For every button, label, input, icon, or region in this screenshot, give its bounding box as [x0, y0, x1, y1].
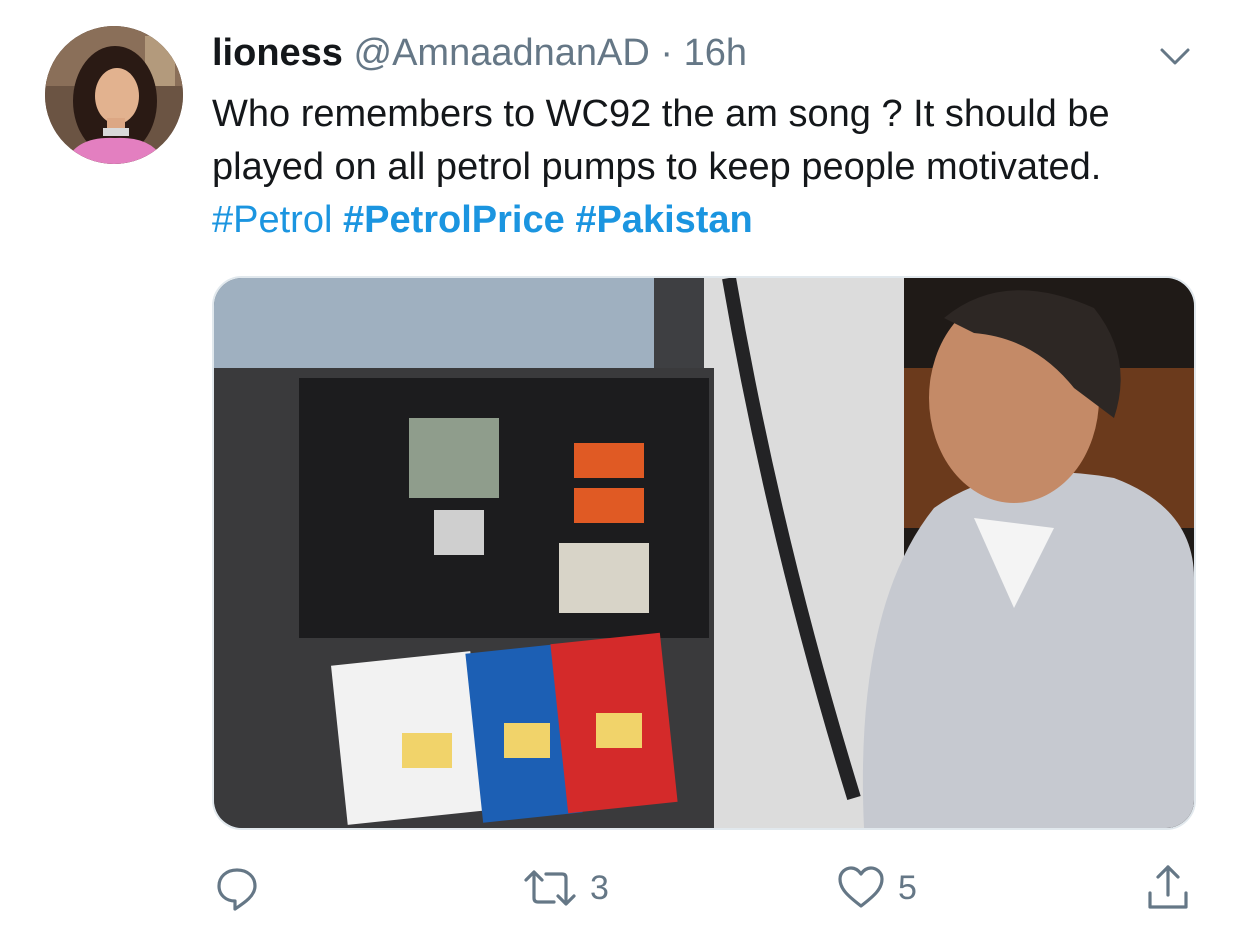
retweet-icon: [524, 870, 576, 906]
separator-dot: ·: [660, 32, 674, 74]
avatar-image: [45, 26, 183, 164]
tweet-text: Who remembers to WC92 the am song ? It s…: [212, 88, 1202, 247]
reply-icon: [217, 868, 257, 911]
tweet-action-bar: 3 5: [0, 860, 1242, 920]
hashtag-link[interactable]: #Pakistan: [575, 199, 752, 241]
avatar[interactable]: [45, 26, 183, 164]
tweet-header: lioness @AmnaadnanAD · 16h: [212, 30, 747, 76]
share-button[interactable]: [1144, 860, 1192, 916]
retweet-button[interactable]: 3: [522, 860, 609, 916]
reply-button[interactable]: [213, 860, 261, 916]
heart-icon: [838, 866, 884, 908]
like-button[interactable]: 5: [836, 860, 917, 916]
tweet-media-image[interactable]: [212, 276, 1196, 830]
hashtag-link[interactable]: #PetrolPrice: [343, 199, 565, 241]
photo-petrol-pump: [214, 278, 1194, 828]
retweet-count: 3: [590, 868, 609, 907]
hashtag-link[interactable]: #Petrol: [212, 199, 332, 241]
tweet-body: Who remembers to WC92 the am song ? It s…: [212, 93, 1110, 188]
share-icon: [1148, 865, 1188, 909]
like-count: 5: [898, 868, 917, 907]
author-name[interactable]: lioness: [212, 32, 343, 74]
author-handle[interactable]: @AmnaadnanAD: [354, 32, 650, 74]
tweet-timestamp[interactable]: 16h: [684, 32, 747, 74]
chevron-down-icon[interactable]: [1152, 36, 1198, 76]
